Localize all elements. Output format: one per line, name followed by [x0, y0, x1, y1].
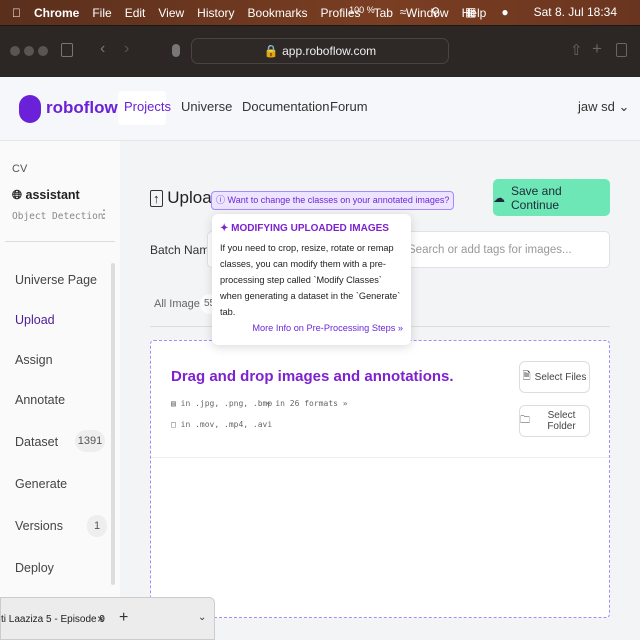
- sidebar-scrollbar[interactable]: [111, 263, 115, 585]
- menu-app[interactable]: Chrome: [34, 6, 79, 20]
- chevron-down-icon: ⌄: [618, 99, 630, 114]
- url-text: app.roboflow.com: [282, 44, 377, 58]
- tab-list-chevron-icon[interactable]: ⌄: [198, 612, 206, 623]
- menu-edit[interactable]: Edit: [125, 6, 146, 20]
- dataset-count-badge: 1391: [75, 430, 105, 452]
- hint-text: Want to change the classes on your annot…: [227, 195, 450, 205]
- globe-icon: 🌐︎: [12, 188, 23, 202]
- new-tab-icon[interactable]: +: [592, 39, 602, 59]
- popover-link-text: More Info on Pre-Processing Steps: [252, 323, 396, 333]
- menu-bar:  Chrome File Edit View History Bookmark…: [0, 0, 640, 25]
- brand-name[interactable]: roboflow: [46, 98, 118, 118]
- sidebar-item-upload[interactable]: Upload: [15, 313, 55, 327]
- sidebar: CV 🌐︎ assistant Object Detection ⋮ Unive…: [0, 141, 120, 640]
- address-bar[interactable]: 🔒 app.roboflow.com: [191, 38, 449, 64]
- change-classes-hint[interactable]: ⓘ Want to change the classes on your ann…: [211, 191, 455, 210]
- image-icon: ▤: [171, 399, 176, 408]
- cloud-upload-icon: ☁: [493, 190, 505, 205]
- dropzone-title: Drag and drop images and annotations.: [171, 368, 454, 385]
- browser-toolbar: ‹ › 🔒 app.roboflow.com ⇧ +: [0, 25, 640, 77]
- forward-icon[interactable]: ›: [124, 40, 129, 58]
- user-menu[interactable]: jaw sd ⌄: [578, 99, 629, 115]
- battery-status[interactable]: 100 %: [349, 5, 375, 19]
- divider: [5, 241, 115, 242]
- tab-overview-icon[interactable]: [616, 43, 627, 57]
- bottom-tab-bar: ti Laaziza 5 - Episode 9 × + ⌄: [0, 597, 215, 640]
- search-icon[interactable]: ⚲: [431, 5, 440, 19]
- sidebar-item-annotate[interactable]: Annotate: [15, 393, 65, 407]
- versions-count-badge: 1: [87, 515, 107, 537]
- nav-documentation[interactable]: Documentation: [242, 99, 329, 114]
- save-label: Save and Continue: [511, 183, 562, 212]
- menu-file[interactable]: File: [92, 6, 111, 20]
- upload-dropzone[interactable]: Drag and drop images and annotations. ▤ …: [150, 340, 610, 618]
- new-tab-button[interactable]: +: [119, 609, 128, 627]
- video-icon: □: [171, 420, 176, 429]
- workspace-name: CV: [12, 163, 28, 175]
- video-formats-text: in .mov, .mp4, .avi: [180, 420, 273, 429]
- control-center-icon[interactable]: ▦: [465, 5, 476, 19]
- sidebar-toggle-icon[interactable]: [61, 43, 73, 57]
- browser-tab[interactable]: ti Laaziza 5 - Episode 9: [1, 614, 105, 625]
- sidebar-item-deploy[interactable]: Deploy: [15, 561, 54, 575]
- annotation-formats-link[interactable]: ⌖ in 26 formats »: [266, 399, 348, 409]
- image-formats-text: in .jpg, .png, .bmp: [180, 399, 273, 408]
- popover-body: If you need to crop, resize, rotate or r…: [220, 243, 401, 317]
- back-icon[interactable]: ‹: [100, 40, 105, 58]
- apple-icon[interactable]: : [12, 6, 21, 20]
- nav-projects-label[interactable]: Projects: [124, 99, 171, 114]
- folder-icon: 🗀︎: [520, 414, 530, 426]
- popover-title-text: MODIFYING UPLOADED IMAGES: [231, 223, 389, 234]
- tab-all-images[interactable]: All Images: [154, 298, 205, 310]
- menu-history[interactable]: History: [197, 6, 234, 20]
- magic-wand-icon: ✦: [220, 223, 229, 234]
- save-and-continue-button[interactable]: ☁ Save and Continue: [493, 179, 610, 216]
- window-zoom-button[interactable]: [38, 46, 48, 56]
- share-icon[interactable]: ⇧: [570, 41, 583, 59]
- image-formats: ▤ in .jpg, .png, .bmp: [171, 399, 272, 408]
- wifi-icon[interactable]: ≈: [400, 5, 407, 19]
- sidebar-item-universe-page[interactable]: Universe Page: [15, 273, 97, 287]
- window-close-button[interactable]: [10, 46, 20, 56]
- bounding-box-icon: ⌖: [266, 399, 271, 408]
- menu-view[interactable]: View: [158, 6, 184, 20]
- dropzone-divider: [151, 457, 609, 458]
- more-options-icon[interactable]: ⋮: [98, 207, 110, 221]
- sidebar-item-assign[interactable]: Assign: [15, 353, 53, 367]
- preprocessing-popover: ✦ MODIFYING UPLOADED IMAGES If you need …: [212, 214, 411, 345]
- siri-icon[interactable]: ●: [501, 5, 508, 19]
- sidebar-item-generate[interactable]: Generate: [15, 477, 67, 491]
- popover-title: ✦ MODIFYING UPLOADED IMAGES: [220, 223, 403, 234]
- project-type: Object Detection: [12, 211, 104, 222]
- video-formats: □ in .mov, .mp4, .avi: [171, 420, 272, 429]
- select-folder-label: Select Folder: [547, 410, 576, 432]
- select-files-button[interactable]: 🗎︎ Select Files: [519, 361, 590, 393]
- sidebar-item-versions[interactable]: Versions: [15, 519, 63, 533]
- annotation-formats-text: in 26 formats: [275, 399, 338, 408]
- select-folder-button[interactable]: 🗀︎ Select Folder: [519, 405, 590, 437]
- sidebar-item-dataset[interactable]: Dataset: [15, 435, 58, 449]
- nav-forum[interactable]: Forum: [330, 99, 368, 114]
- file-icon: 🗎︎: [522, 370, 531, 382]
- nav-universe[interactable]: Universe: [181, 99, 232, 114]
- menu-bookmarks[interactable]: Bookmarks: [248, 6, 308, 20]
- project-name[interactable]: 🌐︎ assistant: [12, 188, 80, 203]
- help-icon: ⓘ: [216, 195, 226, 205]
- shield-icon[interactable]: [172, 44, 180, 57]
- tags-input-placeholder: Search or add tags for images...: [408, 244, 572, 256]
- window-minimize-button[interactable]: [24, 46, 34, 56]
- upload-icon: ↑: [150, 190, 163, 207]
- close-tab-icon[interactable]: ×: [97, 612, 104, 626]
- user-name: jaw sd: [578, 99, 615, 114]
- roboflow-logo-icon[interactable]: [19, 95, 41, 123]
- top-nav: roboflow Projects Universe Documentation…: [0, 77, 640, 141]
- select-files-label: Select Files: [534, 371, 587, 383]
- clock[interactable]: Sat 8. Jul 18:34: [534, 5, 617, 19]
- preprocessing-info-link[interactable]: More Info on Pre-Processing Steps »: [220, 323, 403, 333]
- project-name-text: assistant: [25, 188, 80, 202]
